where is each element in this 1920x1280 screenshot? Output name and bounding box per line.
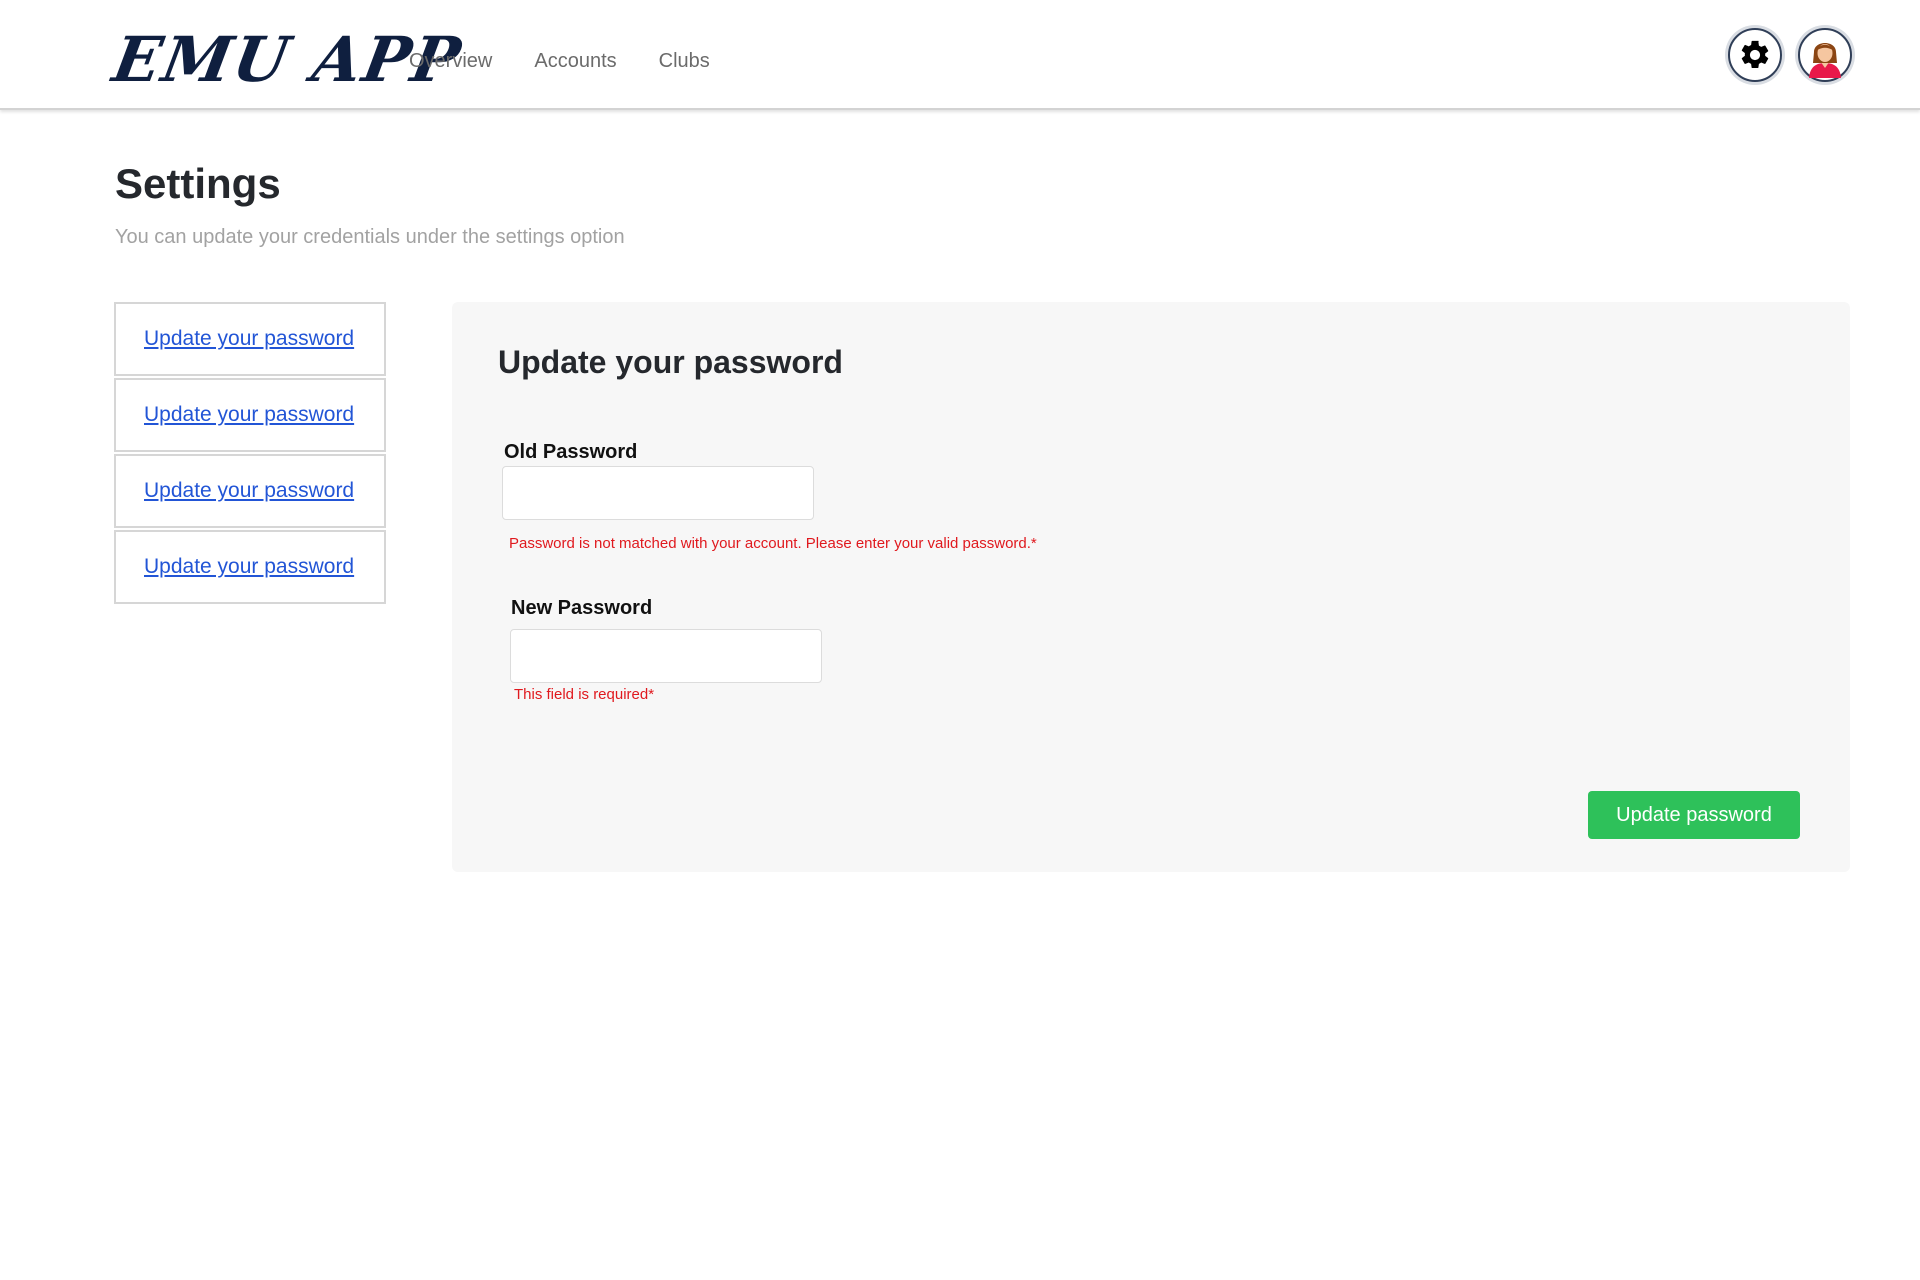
sidebar-item: Update your password bbox=[114, 454, 386, 528]
nav-clubs-link[interactable]: Clubs bbox=[659, 44, 710, 78]
sidebar-link-update-password[interactable]: Update your password bbox=[144, 403, 354, 427]
update-password-panel: Update your password Old Password Passwo… bbox=[452, 302, 1850, 872]
sidebar-item: Update your password bbox=[114, 378, 386, 452]
nav-overview-link[interactable]: Overview bbox=[409, 44, 492, 78]
page-title: Settings bbox=[115, 160, 281, 207]
settings-sidebar: Update your password Update your passwor… bbox=[114, 302, 386, 606]
header-actions bbox=[1728, 28, 1852, 82]
page-subtitle: You can update your credentials under th… bbox=[115, 226, 625, 248]
user-avatar-icon bbox=[1802, 32, 1848, 78]
panel-title: Update your password bbox=[498, 344, 843, 380]
update-password-button[interactable]: Update password bbox=[1588, 791, 1800, 839]
sidebar-link-update-password[interactable]: Update your password bbox=[144, 327, 354, 351]
sidebar-item: Update your password bbox=[114, 530, 386, 604]
new-password-error: This field is required* bbox=[514, 686, 655, 703]
old-password-label: Old Password bbox=[504, 441, 638, 463]
sidebar-link-update-password[interactable]: Update your password bbox=[144, 555, 354, 579]
gear-icon bbox=[1741, 40, 1769, 69]
nav-accounts-link[interactable]: Accounts bbox=[534, 44, 616, 78]
sidebar-item: Update your password bbox=[114, 302, 386, 376]
main-nav: Overview Accounts Clubs bbox=[409, 44, 710, 78]
new-password-label: New Password bbox=[511, 597, 653, 619]
old-password-input[interactable] bbox=[502, 466, 814, 520]
settings-button[interactable] bbox=[1728, 28, 1782, 82]
profile-avatar-button[interactable] bbox=[1798, 28, 1852, 82]
old-password-error: Password is not matched with your accoun… bbox=[509, 535, 1037, 552]
top-navbar: EMU APP Overview Accounts Clubs bbox=[0, 0, 1920, 110]
sidebar-link-update-password[interactable]: Update your password bbox=[144, 479, 354, 503]
new-password-input[interactable] bbox=[510, 629, 822, 683]
